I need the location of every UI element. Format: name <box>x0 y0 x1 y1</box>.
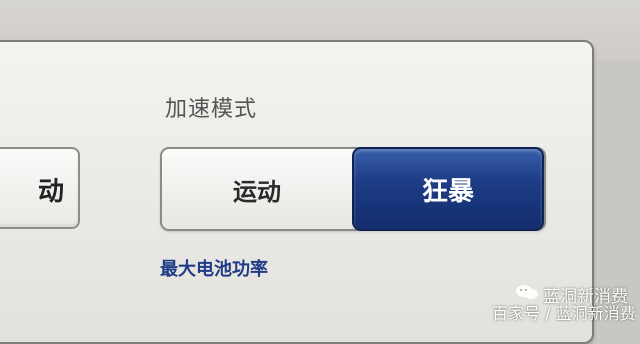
acceleration-mode-selector: 运动 狂暴 <box>160 147 546 231</box>
sport-mode-button[interactable]: 运动 <box>162 149 352 229</box>
max-battery-power-hint: 最大电池功率 <box>160 259 268 280</box>
previous-option-label: 动 <box>37 177 64 207</box>
ludicrous-mode-button[interactable]: 狂暴 <box>352 147 544 231</box>
watermark-source: 百家号 / 蓝洞新消费 <box>492 304 636 323</box>
previous-option-button[interactable]: 动 <box>0 147 80 229</box>
acceleration-mode-label: 加速模式 <box>165 97 258 122</box>
wechat-icon <box>516 285 538 299</box>
